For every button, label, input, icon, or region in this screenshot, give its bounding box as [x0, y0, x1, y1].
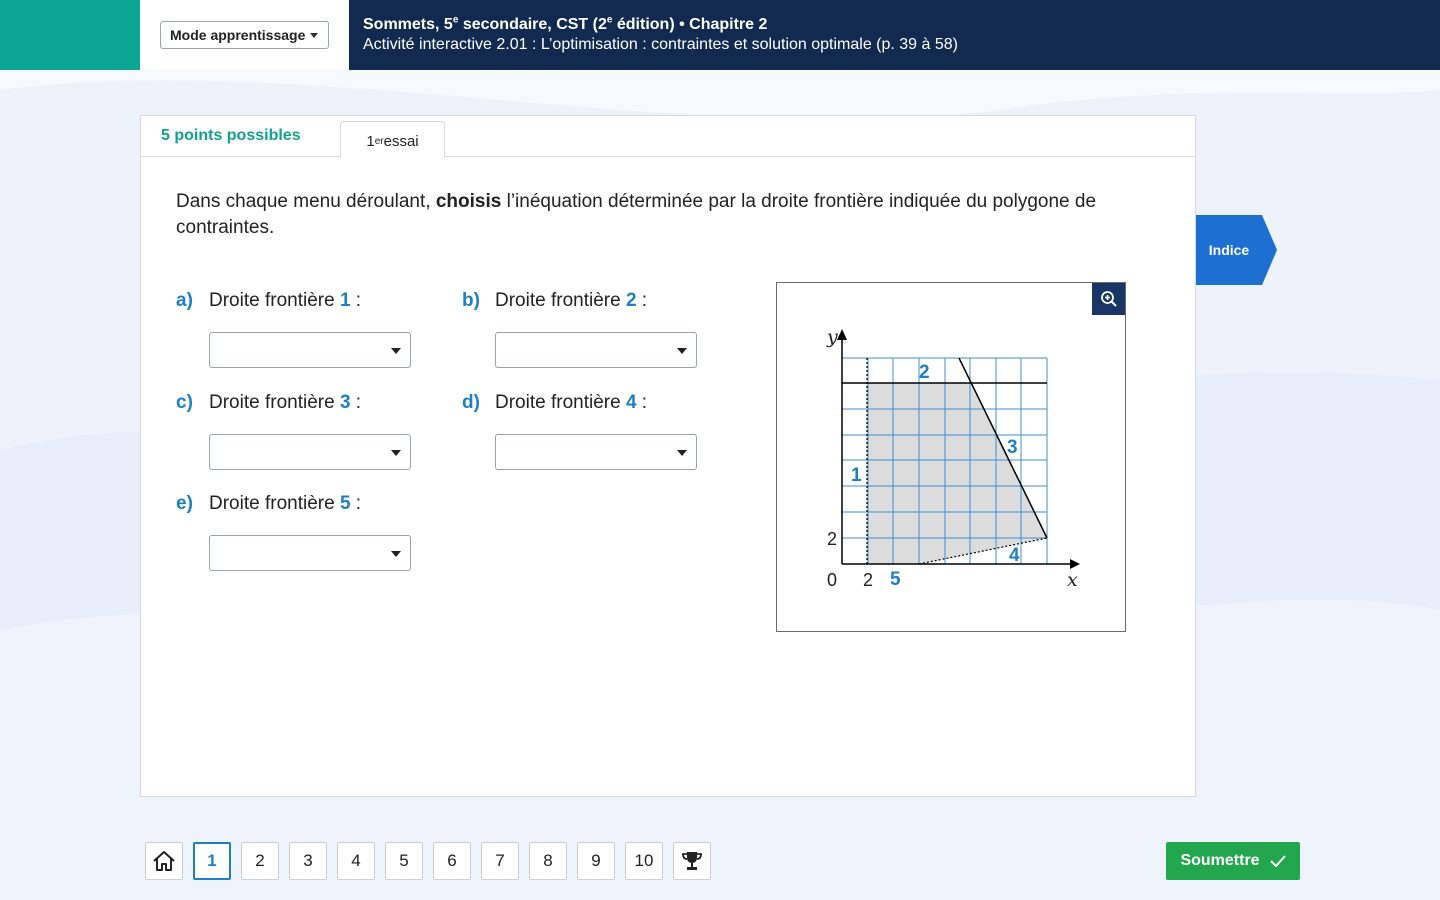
- constraint-polygon-figure: y x 0 2 2 1 2 3 4 5: [776, 282, 1126, 632]
- chevron-down-icon: [677, 450, 687, 456]
- question-suffix: :: [636, 290, 648, 311]
- question-letter: e): [176, 493, 193, 514]
- home-button[interactable]: [145, 842, 183, 880]
- chevron-down-icon: [391, 450, 401, 456]
- page-button-8[interactable]: 8: [529, 842, 567, 880]
- question-letter: b): [462, 290, 480, 311]
- question-suffix: :: [350, 392, 362, 413]
- instruction-part: Dans chaque menu déroulant,: [176, 191, 436, 212]
- question-suffix: :: [350, 290, 362, 311]
- home-icon: [153, 851, 175, 871]
- instruction-bold: choisis: [435, 191, 502, 212]
- page-button-1[interactable]: 1: [193, 842, 231, 880]
- y-tick-label: 2: [827, 529, 837, 549]
- question-a: a) Droite frontière 1 :: [176, 290, 411, 368]
- dropdown-b[interactable]: [495, 332, 697, 368]
- x-tick-label: 2: [863, 570, 873, 590]
- hint-label: Indice: [1208, 242, 1250, 258]
- origin-label: 0: [827, 570, 837, 590]
- question-letter: c): [176, 392, 193, 413]
- question-text: Droite frontière: [209, 493, 340, 514]
- zoom-button[interactable]: [1092, 283, 1125, 315]
- constraint-graph: y x 0 2 2 1 2 3 4 5: [826, 326, 1080, 591]
- question-label: a) Droite frontière 1 :: [176, 290, 361, 312]
- hint-button[interactable]: Indice: [1196, 215, 1278, 285]
- course-title-part: édition) • Chapitre 2: [612, 16, 768, 33]
- x-axis-arrow: [1070, 559, 1080, 569]
- question-text: Droite frontière: [209, 392, 340, 413]
- page-button-2[interactable]: 2: [241, 842, 279, 880]
- mode-select-label: Mode apprentissage: [170, 27, 306, 43]
- question-number: 5: [339, 493, 351, 514]
- question-number: 1: [339, 290, 351, 311]
- check-icon: [1269, 855, 1286, 867]
- line-label-3: 3: [1007, 437, 1018, 458]
- question-text: Droite frontière: [495, 290, 626, 311]
- question-number: 3: [339, 392, 351, 413]
- question-label: d) Droite frontière 4 :: [462, 392, 647, 414]
- top-header: Mode apprentissage Sommets, 5e secondair…: [0, 0, 1440, 70]
- mode-area: Mode apprentissage: [140, 0, 349, 70]
- question-d: d) Droite frontière 4 :: [462, 392, 697, 470]
- course-title: Sommets, 5e secondaire, CST (2e édition)…: [363, 15, 1440, 34]
- y-axis-arrow: [837, 329, 847, 340]
- question-navigation: 1 2 3 4 5 6 7 8 9 10: [145, 842, 711, 880]
- zoom-in-icon: [1100, 291, 1117, 307]
- page-button-10[interactable]: 10: [625, 842, 663, 880]
- course-info: Sommets, 5e secondaire, CST (2e édition)…: [349, 0, 1440, 70]
- mode-select[interactable]: Mode apprentissage: [160, 21, 329, 49]
- question-letter: d): [462, 392, 480, 413]
- trophy-icon: [682, 852, 702, 870]
- course-title-part: Sommets, 5: [363, 16, 453, 33]
- y-axis-label: y: [826, 326, 838, 348]
- question-number: 4: [625, 392, 637, 413]
- question-b: b) Droite frontière 2 :: [462, 290, 697, 368]
- line-label-5: 5: [890, 569, 901, 590]
- question-suffix: :: [636, 392, 648, 413]
- line-label-1: 1: [851, 465, 862, 486]
- submit-button[interactable]: Soumettre: [1166, 842, 1300, 880]
- question-letter: a): [176, 290, 193, 311]
- line-label-4: 4: [1009, 545, 1020, 566]
- dropdown-e[interactable]: [209, 535, 411, 571]
- question-text: Droite frontière: [495, 392, 626, 413]
- attempt-number: 1: [366, 133, 375, 150]
- points-label: 5 points possibles: [161, 127, 301, 144]
- chevron-down-icon: [677, 348, 687, 354]
- question-number: 2: [625, 290, 637, 311]
- dropdown-d[interactable]: [495, 434, 697, 470]
- question-card: 5 points possibles 1 er essai Dans chaque…: [140, 115, 1196, 797]
- x-axis-label: x: [1067, 569, 1078, 591]
- attempt-text: essai: [383, 133, 419, 150]
- activity-subtitle: Activité interactive 2.01 : L’optimisati…: [363, 36, 958, 53]
- chevron-down-icon: [391, 348, 401, 354]
- course-title-part: secondaire, CST (2: [458, 16, 607, 33]
- question-label: e) Droite frontière 5 :: [176, 493, 361, 515]
- line-label-2: 2: [919, 362, 930, 383]
- question-e: e) Droite frontière 5 :: [176, 493, 411, 571]
- page-button-7[interactable]: 7: [481, 842, 519, 880]
- question-text: Droite frontière: [209, 290, 340, 311]
- submit-label: Soumettre: [1180, 852, 1260, 869]
- page-button-5[interactable]: 5: [385, 842, 423, 880]
- page-button-3[interactable]: 3: [289, 842, 327, 880]
- page-button-4[interactable]: 4: [337, 842, 375, 880]
- dropdown-c[interactable]: [209, 434, 411, 470]
- card-tab-bar: 5 points possibles 1 er essai: [141, 116, 1195, 158]
- question-c: c) Droite frontière 3 :: [176, 392, 411, 470]
- attempt-sup: er: [374, 136, 384, 147]
- page-button-6[interactable]: 6: [433, 842, 471, 880]
- page-button-9[interactable]: 9: [577, 842, 615, 880]
- brand-strip: [0, 0, 140, 70]
- tab-attempt[interactable]: 1 er essai: [340, 121, 445, 158]
- chevron-down-icon: [391, 551, 401, 557]
- dropdown-a[interactable]: [209, 332, 411, 368]
- question-label: c) Droite frontière 3 :: [176, 392, 361, 414]
- chevron-down-icon: [310, 32, 318, 38]
- question-suffix: :: [350, 493, 362, 514]
- instruction-text: Dans chaque menu déroulant, choisis l’in…: [176, 189, 1136, 241]
- question-label: b) Droite frontière 2 :: [462, 290, 647, 312]
- results-button[interactable]: [673, 842, 711, 880]
- feasible-region: [867, 383, 1047, 564]
